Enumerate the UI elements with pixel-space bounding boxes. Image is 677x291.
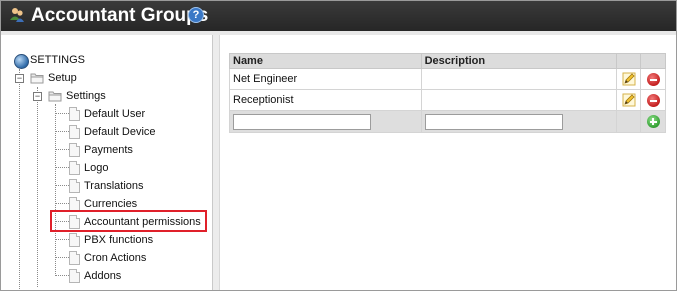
- tree-line: [56, 149, 69, 150]
- edit-cell: [616, 68, 642, 90]
- page-icon: [69, 107, 80, 121]
- delete-cell: [640, 68, 666, 90]
- new-name-input[interactable]: [233, 113, 371, 130]
- folder-icon: [48, 91, 62, 102]
- page-header: Accountant Groups ?: [1, 1, 676, 31]
- tree-line: [56, 257, 69, 258]
- add-cell: [640, 110, 666, 133]
- tree-item-label: Cron Actions: [84, 252, 147, 264]
- delete-icon[interactable]: [646, 93, 660, 107]
- accountant-groups-table: Name Description Net Engineer Receptioni…: [229, 53, 666, 133]
- tree-line: [56, 113, 69, 114]
- page-icon: [69, 269, 80, 283]
- tree-line: [56, 185, 69, 186]
- tree-item-label: Addons: [84, 270, 122, 282]
- tree-line: [56, 239, 69, 240]
- page-icon: [69, 125, 80, 139]
- collapse-toggle-setup[interactable]: −: [15, 74, 24, 83]
- column-header-delete: [640, 53, 666, 69]
- table-row: Receptionist: [229, 89, 666, 111]
- tree-item-label: Translations: [84, 180, 144, 192]
- pencil-icon[interactable]: [622, 72, 636, 86]
- page-icon: [69, 161, 80, 175]
- tree-item-label: PBX functions: [84, 234, 154, 246]
- page-icon: [69, 143, 80, 157]
- add-icon[interactable]: [646, 115, 660, 128]
- tree-line: [56, 131, 69, 132]
- pencil-icon[interactable]: [622, 93, 636, 107]
- users-icon: [10, 8, 24, 22]
- app-window: Accountant Groups ? SETTINGS − Setup − S…: [0, 0, 677, 291]
- new-name-cell: [229, 110, 422, 133]
- table-row: Net Engineer: [229, 68, 666, 90]
- edit-cell: [616, 89, 642, 111]
- tree-line: [19, 69, 20, 289]
- column-header-name[interactable]: Name: [229, 53, 422, 69]
- cell-name: Net Engineer: [229, 68, 422, 90]
- tree-item-label: Setup: [48, 72, 77, 84]
- cell-description: [420, 68, 618, 90]
- folder-icon: [30, 73, 44, 84]
- globe-icon: [14, 54, 29, 69]
- cell-name: Receptionist: [229, 89, 422, 111]
- tree-item-label: Payments: [84, 144, 133, 156]
- delete-icon[interactable]: [646, 72, 660, 86]
- table-header-row: Name Description: [229, 53, 666, 69]
- page-icon: [69, 233, 80, 247]
- collapse-toggle-settings[interactable]: −: [33, 92, 42, 101]
- page-title: Accountant Groups: [31, 5, 209, 26]
- page-icon: [69, 179, 80, 193]
- tree-item-label: Currencies: [84, 198, 138, 210]
- page-icon: [69, 251, 80, 265]
- cell-description: [420, 89, 618, 111]
- new-description-cell: [420, 110, 618, 133]
- tree-line: [56, 275, 69, 276]
- tree-item-label: Settings: [66, 90, 106, 102]
- tree-line: [55, 104, 56, 276]
- column-header-description[interactable]: Description: [420, 53, 618, 69]
- new-group-row: [229, 110, 666, 133]
- tree-item-label: Logo: [84, 162, 109, 174]
- new-description-input[interactable]: [424, 113, 563, 130]
- page-icon: [69, 197, 80, 211]
- highlight-box: [50, 210, 207, 232]
- tree-line: [37, 87, 38, 287]
- delete-cell: [640, 89, 666, 111]
- help-icon[interactable]: ?: [188, 7, 204, 23]
- tree-line: [56, 167, 69, 168]
- new-row-spacer: [616, 110, 642, 133]
- tree-root-label: SETTINGS: [30, 54, 86, 66]
- tree-item-label: Default Device: [84, 126, 156, 138]
- column-header-edit: [616, 53, 642, 69]
- tree-item-label: Default User: [84, 108, 146, 120]
- panel-splitter[interactable]: [213, 35, 220, 290]
- tree-line: [56, 203, 69, 204]
